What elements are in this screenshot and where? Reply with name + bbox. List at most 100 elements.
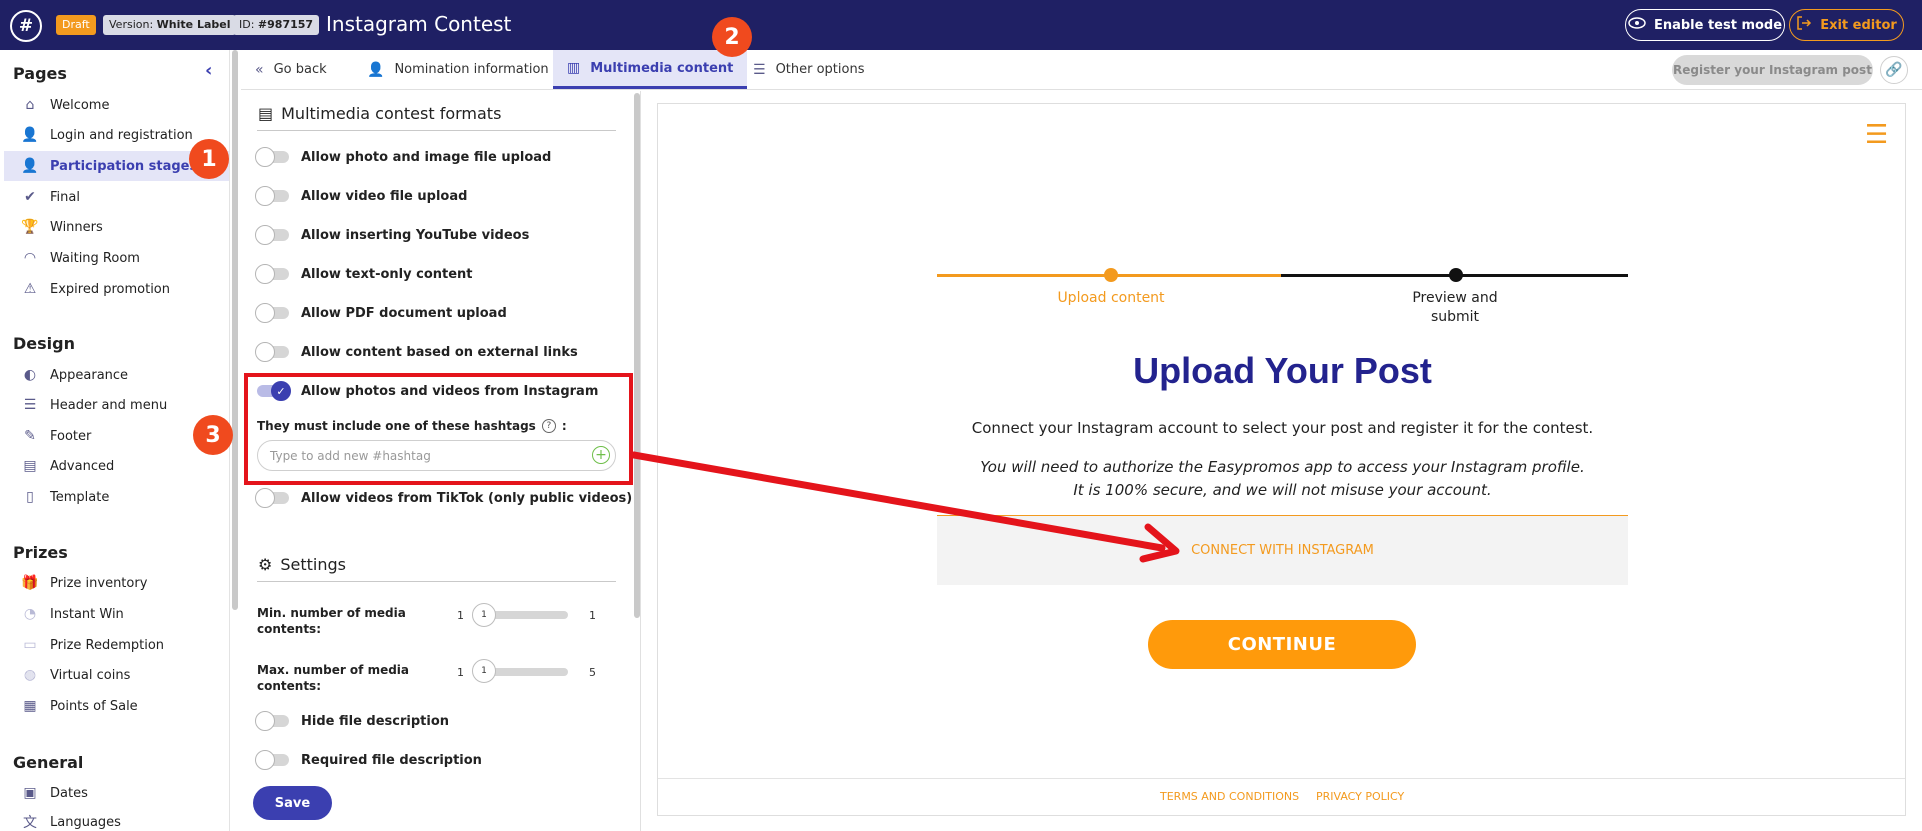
terms-link[interactable]: TERMS AND CONDITIONS (1160, 790, 1299, 803)
upload-subtitle: Connect your Instagram account to select… (971, 419, 1594, 437)
timer-icon: ◔ (23, 606, 37, 622)
panel-scrollbar[interactable] (634, 93, 640, 618)
min-media-knob[interactable]: 1 (472, 603, 496, 627)
save-button[interactable]: Save (253, 786, 332, 820)
sidebar-item-label: Winners (50, 219, 103, 235)
version-badge: Version: White Label (103, 15, 237, 35)
sidebar-item-template[interactable]: ▯ Template (4, 482, 229, 512)
user-icon: 👤 (21, 158, 39, 174)
multimedia-formats-heading-label: Multimedia contest formats (281, 104, 502, 123)
sidebar-scrollbar[interactable] (232, 50, 238, 610)
sidebar-item-label: Prize Redemption (50, 637, 165, 653)
sidebar-item-prize-inventory[interactable]: 🎁 Prize inventory (4, 568, 229, 598)
tab-go-back[interactable]: « Go back (241, 50, 341, 89)
id-value: #987157 (257, 18, 314, 31)
exit-editor-button[interactable]: Exit editor (1789, 9, 1904, 41)
sidebar-item-label: Points of Sale (50, 698, 138, 714)
toggle-label: Required file description (301, 752, 482, 768)
enable-test-mode-button[interactable]: Enable test mode (1625, 9, 1785, 41)
tiktok-toggle[interactable] (255, 488, 289, 508)
version-value: White Label (156, 18, 231, 31)
annotation-marker-1: 1 (189, 139, 229, 179)
gauge-icon: ◠ (23, 250, 37, 266)
top-bar: # Draft Version: White Label ID: #987157… (0, 0, 1922, 50)
step-label-upload: Upload content (1057, 290, 1165, 306)
collapse-sidebar-icon[interactable]: ‹ (205, 60, 212, 81)
sidebar-item-label: Languages (50, 814, 121, 830)
id-badge: ID: #987157 (233, 15, 320, 35)
sidebar-heading-prizes: Prizes (13, 543, 68, 562)
brush-icon: ✎ (24, 428, 36, 444)
max-media-knob[interactable]: 1 (472, 659, 496, 683)
toggle-row-text-only: Allow text-only content (255, 264, 473, 284)
sidebar-item-label: Final (50, 189, 80, 205)
gear-icon: ⚙ (258, 555, 273, 574)
register-instagram-post-button[interactable]: Register your Instagram post (1672, 55, 1873, 85)
sidebar-item-prize-redemption[interactable]: ▭ Prize Redemption (4, 630, 229, 660)
sidebar-item-welcome[interactable]: ⌂ Welcome (4, 90, 229, 120)
tab-other-options[interactable]: ☰ Other options (739, 50, 879, 89)
sidebar-item-virtual-coins[interactable]: ◍ Virtual coins (4, 660, 229, 690)
step-dot-preview (1449, 268, 1463, 282)
annotation-marker-2: 2 (712, 17, 752, 57)
text-only-toggle[interactable] (255, 264, 289, 284)
list-icon: ☰ (753, 61, 766, 78)
eye-icon (1628, 17, 1646, 33)
sidebar-item-dates[interactable]: ▣ Dates (4, 778, 229, 808)
tab-label: Other options (775, 62, 865, 77)
privacy-link[interactable]: PRIVACY POLICY (1316, 790, 1404, 803)
tab-label: Go back (273, 62, 327, 77)
sidebar-item-label: Footer (50, 428, 92, 444)
toggle-label: Allow PDF document upload (301, 305, 507, 321)
photo-upload-toggle[interactable] (255, 147, 289, 167)
divider (658, 778, 1905, 779)
sidebar-item-header-and-menu[interactable]: ☰ Header and menu (4, 390, 229, 420)
redeem-icon: ▭ (23, 637, 37, 653)
authorization-note: You will need to authorize the Easypromo… (980, 458, 1585, 499)
sidebar-item-label: Participation stages (50, 158, 198, 174)
toggle-row-photo-upload: Allow photo and image file upload (255, 147, 551, 167)
sidebar-heading-general: General (13, 753, 84, 772)
test-mode-label: Enable test mode (1653, 17, 1783, 33)
min-media-label: Min. number of media contents: (257, 606, 406, 636)
draft-badge: Draft (56, 15, 96, 35)
toggle-row-tiktok: Allow videos from TikTok (only public vi… (255, 488, 632, 508)
sidebar-item-label: Waiting Room (50, 250, 140, 266)
tab-nomination-information[interactable]: 👤 Nomination information (353, 50, 563, 89)
toggle-label: Hide file description (301, 713, 450, 729)
required-description-toggle[interactable] (255, 750, 289, 770)
sidebar-item-label: Welcome (50, 97, 110, 113)
sidebar-item-appearance[interactable]: ◐ Appearance (4, 360, 229, 390)
sidebar-item-label: Appearance (50, 367, 129, 383)
pdf-toggle[interactable] (255, 303, 289, 323)
toggle-row-pdf: Allow PDF document upload (255, 303, 507, 323)
sidebar-item-final[interactable]: ✔ Final (4, 182, 229, 212)
app-logo[interactable]: # (10, 10, 42, 42)
file-icon: ▯ (26, 489, 34, 505)
connect-instagram-button[interactable]: CONNECT WITH INSTAGRAM (937, 515, 1628, 585)
sidebar-item-label: Prize inventory (50, 575, 148, 591)
continue-button[interactable]: CONTINUE (1148, 620, 1416, 669)
id-prefix: ID: (239, 18, 258, 31)
link-icon[interactable]: 🔗 (1880, 56, 1908, 84)
sidebar-item-label: Expired promotion (50, 281, 170, 297)
tab-label: Multimedia content (590, 60, 734, 76)
sidebar-item-waiting-room[interactable]: ◠ Waiting Room (4, 243, 229, 273)
annotation-marker-3: 3 (193, 415, 233, 455)
sidebar-item-expired-promotion[interactable]: ⚠ Expired promotion (4, 274, 229, 304)
external-links-toggle[interactable] (255, 342, 289, 362)
video-upload-toggle[interactable] (255, 186, 289, 206)
sidebar-item-advanced[interactable]: ▤ Advanced (4, 451, 229, 481)
coins-icon: ◍ (23, 667, 37, 683)
menu-icon: ☰ (23, 397, 37, 413)
highlight-box (244, 373, 633, 485)
hamburger-menu-icon[interactable]: ☰ (1865, 120, 1888, 150)
sidebar-item-instant-win[interactable]: ◔ Instant Win (4, 599, 229, 629)
sidebar-item-languages[interactable]: 文 Languages (4, 807, 229, 831)
sidebar-item-points-of-sale[interactable]: ▦ Points of Sale (4, 691, 229, 721)
sidebar-item-label: Advanced (50, 458, 115, 474)
sidebar-item-winners[interactable]: 🏆 Winners (4, 212, 229, 242)
youtube-toggle[interactable] (255, 225, 289, 245)
tab-multimedia-content[interactable]: ▥ Multimedia content (553, 50, 748, 89)
hide-description-toggle[interactable] (255, 711, 289, 731)
